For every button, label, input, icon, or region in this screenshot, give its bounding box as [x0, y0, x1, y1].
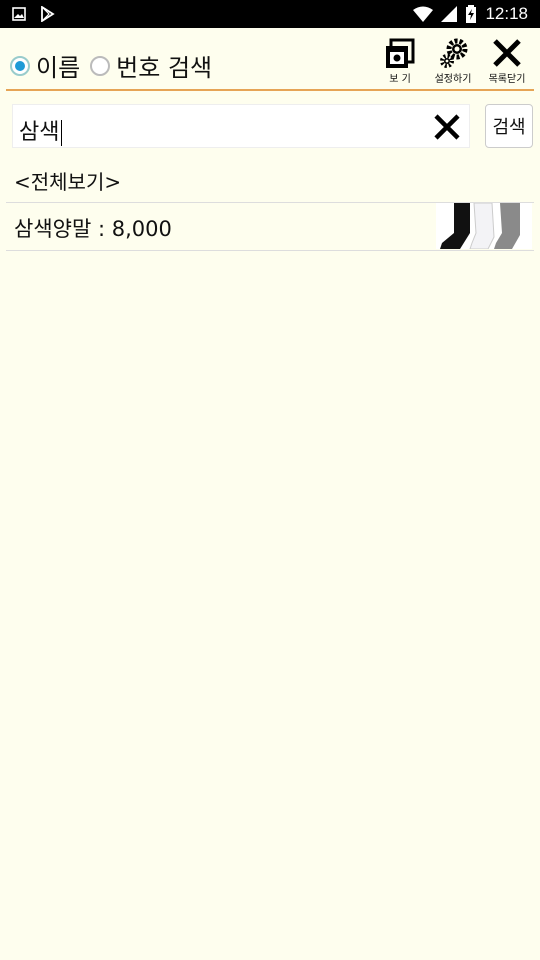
close-list-label: 목록닫기 [488, 74, 526, 85]
header-divider [6, 89, 534, 91]
view-button[interactable]: 보 기 [370, 38, 430, 85]
radio-number[interactable] [90, 55, 111, 76]
close-list-button[interactable]: 목록닫기 [477, 38, 537, 85]
list-divider [6, 250, 534, 251]
settings-button[interactable]: 설정하기 [423, 38, 483, 85]
signal-icon [441, 6, 458, 22]
search-button[interactable]: 검색 [485, 104, 533, 148]
play-store-icon [41, 6, 55, 22]
search-input-value[interactable]: 삼색 [19, 114, 63, 146]
status-bar: 12:18 [0, 0, 540, 28]
radio-name[interactable] [10, 55, 30, 76]
image-icon [12, 7, 26, 21]
socks-thumbnail [436, 203, 532, 249]
text-caret [61, 120, 63, 146]
list-item[interactable]: 삼색양말 : 8,000 [14, 213, 172, 243]
gear-icon [440, 38, 468, 68]
search-mode-group: 이름 번호 검색 [10, 48, 216, 83]
camera-view-icon [386, 38, 415, 68]
search-input[interactable]: 삼색 [12, 104, 470, 148]
view-label: 보 기 [389, 74, 411, 85]
radio-number-label[interactable]: 번호 검색 [116, 48, 212, 83]
search-text: 삼색 [19, 120, 60, 145]
close-icon [493, 39, 521, 67]
wifi-icon [413, 6, 434, 22]
battery-icon [466, 5, 477, 23]
radio-name-label[interactable]: 이름 [36, 48, 80, 83]
settings-label: 설정하기 [434, 74, 472, 85]
status-time: 12:18 [485, 4, 528, 23]
clear-search-icon[interactable] [431, 111, 463, 143]
show-all-link[interactable]: <전체보기> [14, 166, 121, 195]
